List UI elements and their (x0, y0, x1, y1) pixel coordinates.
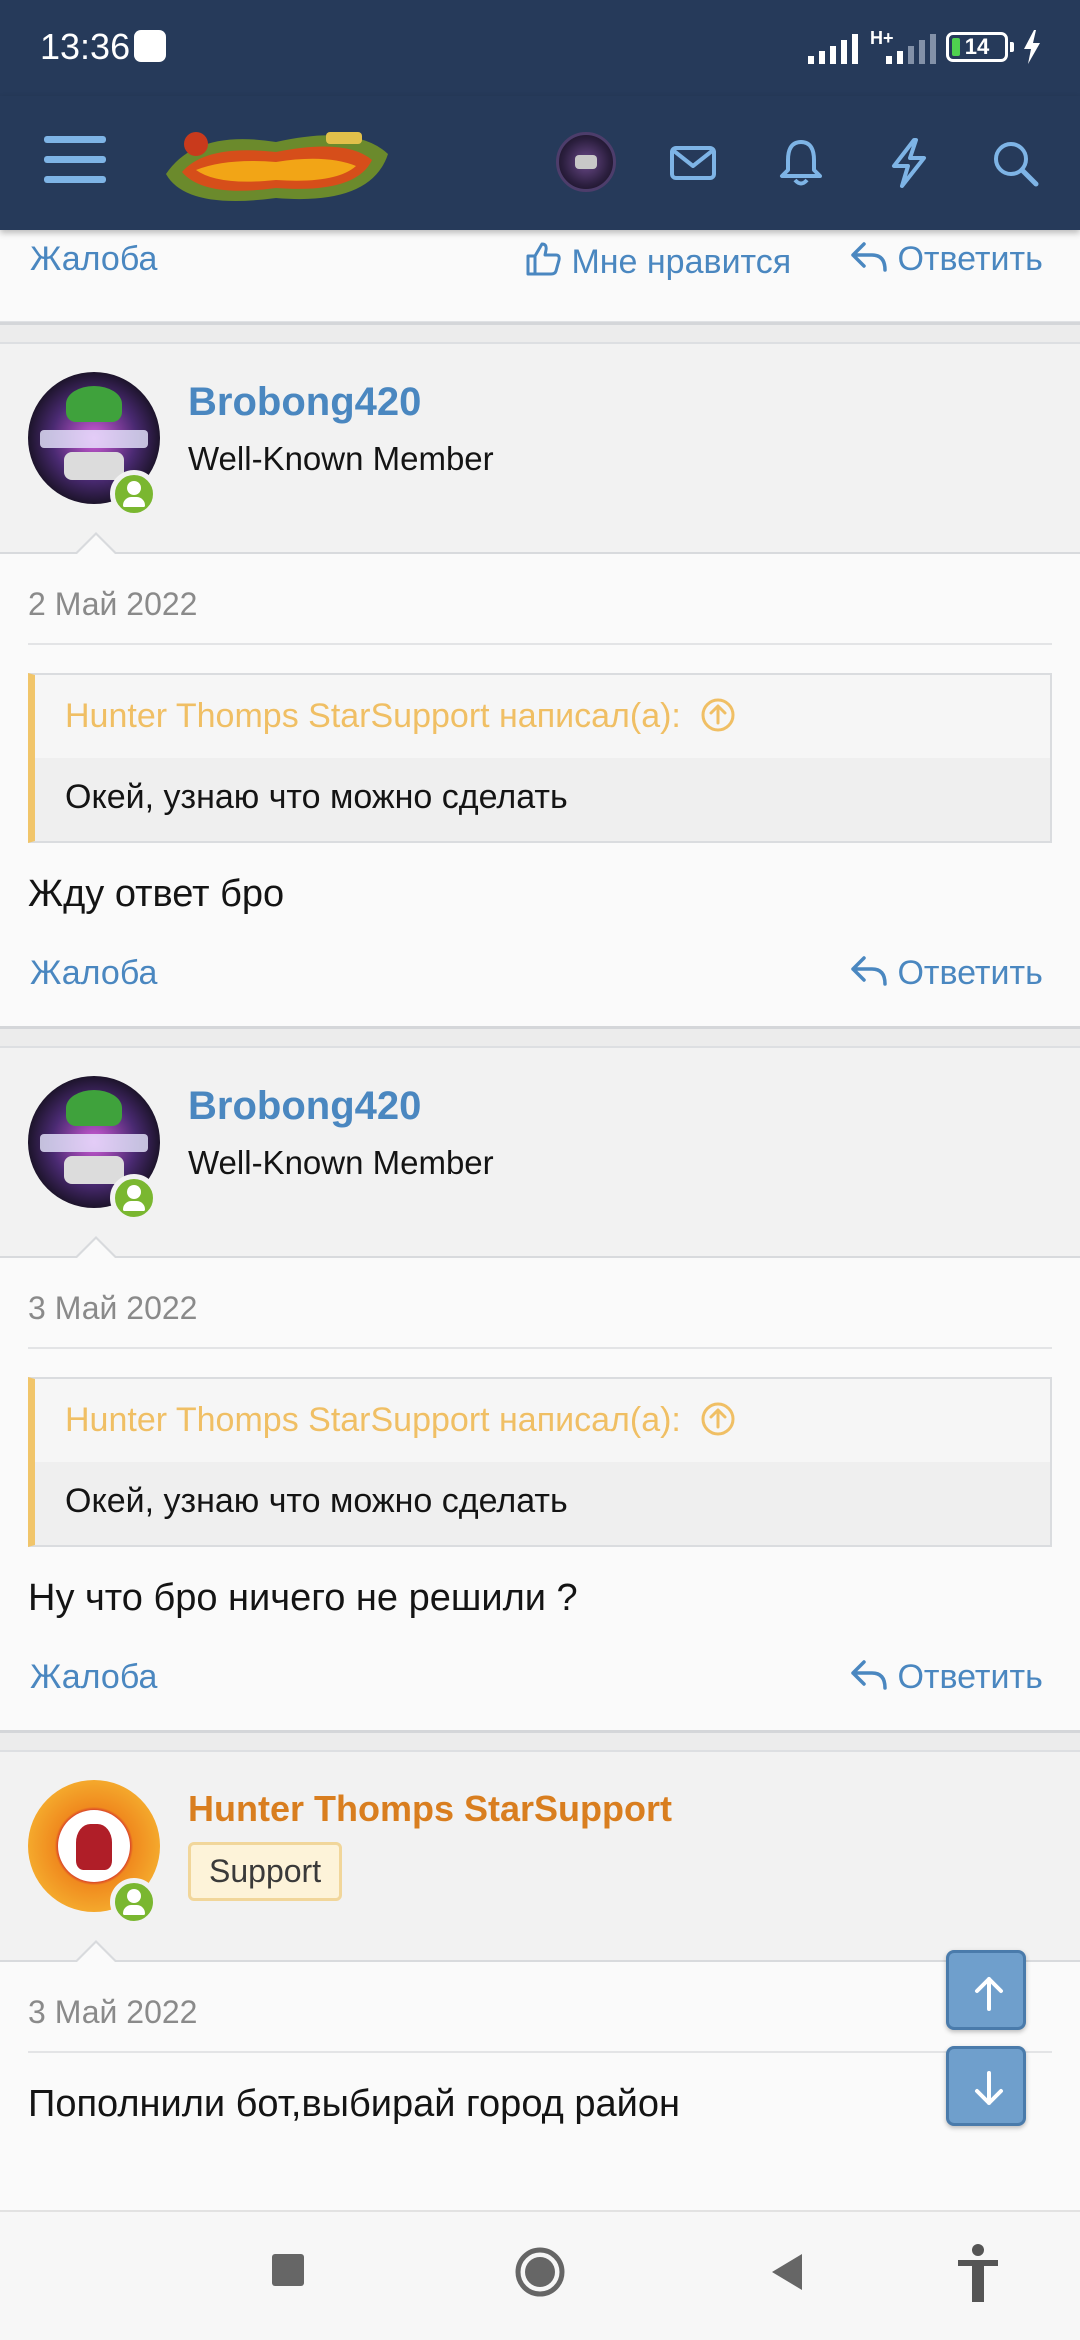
back-icon[interactable] (766, 2250, 806, 2294)
post-author-header: Hunter Thomps StarSupport Support (0, 1752, 1080, 1963)
post-message: Пополнили бот,выбирай город район (28, 2083, 680, 2125)
like-label: Мне нравится (571, 243, 792, 281)
home-icon[interactable] (512, 2244, 568, 2300)
reply-icon (851, 956, 887, 986)
reply-button[interactable]: Ответить (850, 1658, 1043, 1697)
post: Brobong420 Well-Known Member 3 Май 2022 … (0, 1048, 1080, 1730)
battery-icon: 14 (946, 32, 1014, 62)
quote-author: Hunter Thomps StarSupport написал(а): (65, 1401, 681, 1439)
search-icon[interactable] (988, 136, 1042, 190)
scroll-up-button[interactable] (946, 1950, 1026, 2030)
post-message: Ну что бро ничего не решили ? (28, 1577, 578, 1619)
bigbro-logo[interactable] (156, 114, 396, 214)
author-title: Well-Known Member (188, 440, 494, 477)
arrow-up-circle-icon[interactable] (700, 1401, 736, 1437)
signal-strength-icon (808, 34, 858, 64)
charging-icon (1024, 30, 1040, 64)
accessibility-icon[interactable] (952, 2242, 1004, 2306)
post-body: 3 Май 2022 Hunter Thomps StarSupport нап… (0, 1258, 1080, 1730)
quote-header[interactable]: Hunter Thomps StarSupport написал(а): (35, 1379, 1050, 1462)
user-badge: Support (188, 1842, 343, 1901)
reply-label: Ответить (897, 1658, 1043, 1696)
post-message: Жду ответ бро (28, 873, 285, 915)
quote-text: Окей, узнаю что можно сделать (35, 758, 1050, 841)
quote-block: Hunter Thomps StarSupport написал(а): Ок… (28, 673, 1052, 843)
post-separator (0, 1730, 1080, 1752)
post-date[interactable]: 2 Май 2022 (28, 554, 1052, 645)
signal-strength-2-icon (886, 34, 936, 64)
report-link[interactable]: Жалоба (30, 240, 157, 279)
previous-post-actions: Жалоба Мне нравится Ответить (0, 230, 1080, 322)
report-link[interactable]: Жалоба (30, 1658, 157, 1697)
arrow-up-icon (975, 1977, 1003, 2011)
reply-icon (851, 242, 887, 272)
system-navigation-bar (0, 2210, 1080, 2340)
bell-icon[interactable] (774, 136, 828, 190)
reply-label: Ответить (897, 240, 1043, 278)
online-status-icon (110, 1878, 158, 1926)
reply-label: Ответить (897, 954, 1043, 992)
post-author-header: Brobong420 Well-Known Member (0, 344, 1080, 555)
reply-icon (851, 1660, 887, 1690)
thumbs-up-icon (526, 242, 561, 276)
recents-icon[interactable] (268, 2250, 308, 2290)
post-author-header: Brobong420 Well-Known Member (0, 1048, 1080, 1259)
post-date[interactable]: 3 Май 2022 (28, 1962, 1052, 2053)
post-body: 3 Май 2022 Пополнили бот,выбирай город р… (0, 1962, 1080, 2126)
post: Brobong420 Well-Known Member 2 Май 2022 … (0, 344, 1080, 1026)
report-link[interactable]: Жалоба (30, 954, 157, 993)
arrow-up-circle-icon[interactable] (700, 697, 736, 733)
status-bar: 13:36 H+ 14 (0, 0, 1080, 96)
like-button[interactable]: Мне нравится (524, 240, 791, 282)
post-actions: Жалоба Ответить (28, 916, 1052, 1026)
post: Hunter Thomps StarSupport Support 3 Май … (0, 1752, 1080, 2126)
hamburger-icon[interactable] (44, 136, 106, 188)
quote-block: Hunter Thomps StarSupport написал(а): Ок… (28, 1377, 1052, 1547)
scroll-down-button[interactable] (946, 2046, 1026, 2126)
lightning-icon[interactable] (882, 136, 936, 190)
status-time: 13:36 (40, 26, 131, 67)
author-title: Well-Known Member (188, 1144, 494, 1181)
online-status-icon (110, 470, 158, 518)
author-username[interactable]: Hunter Thomps StarSupport (188, 1788, 672, 1830)
online-status-icon (110, 1174, 158, 1222)
user-avatar[interactable] (556, 132, 616, 192)
post-body: 2 Май 2022 Hunter Thomps StarSupport нап… (0, 554, 1080, 1026)
author-username[interactable]: Brobong420 (188, 380, 421, 425)
envelope-icon[interactable] (666, 136, 720, 190)
post-separator (0, 1026, 1080, 1048)
quote-text: Окей, узнаю что можно сделать (35, 1462, 1050, 1545)
author-username[interactable]: Brobong420 (188, 1084, 421, 1129)
app-header (0, 96, 1080, 230)
reply-button[interactable]: Ответить (850, 954, 1043, 993)
reply-button[interactable]: Ответить (850, 240, 1043, 279)
post-date[interactable]: 3 Май 2022 (28, 1258, 1052, 1349)
quote-header[interactable]: Hunter Thomps StarSupport написал(а): (35, 675, 1050, 758)
notification-icon (134, 30, 166, 62)
post-actions: Жалоба Ответить (28, 1620, 1052, 1730)
arrow-down-icon (975, 2071, 1003, 2105)
quote-author: Hunter Thomps StarSupport написал(а): (65, 697, 681, 735)
thread-content: Жалоба Мне нравится Ответить Brobong420 … (0, 230, 1080, 2126)
post-separator (0, 322, 1080, 344)
